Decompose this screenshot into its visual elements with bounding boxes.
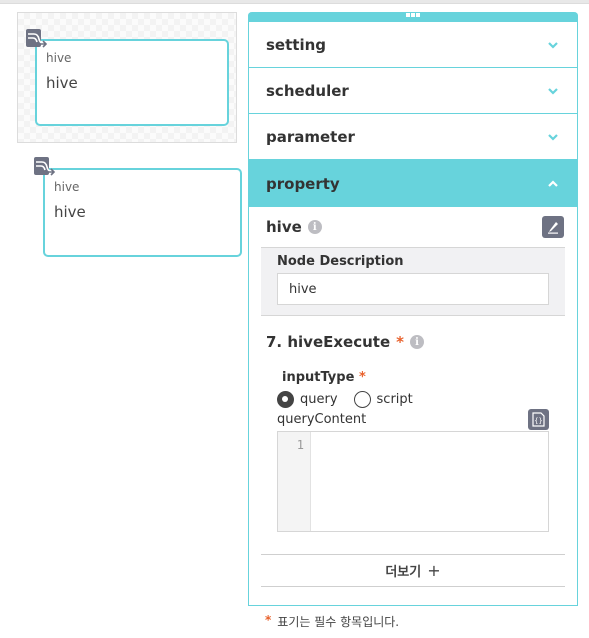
top-bar [0, 0, 589, 4]
accordion-label: scheduler [266, 81, 349, 100]
input-type-label-text: inputType [282, 370, 355, 385]
query-content-editor[interactable]: 1 [277, 431, 549, 532]
query-content-label: queryContent [277, 411, 367, 427]
hive-execute-title: 7. hiveExecute * i [261, 316, 565, 356]
node-description-input[interactable] [277, 273, 549, 305]
radio-query[interactable]: query [277, 391, 338, 408]
pencil-icon [548, 222, 558, 234]
required-mark: * [265, 613, 272, 627]
node-type-label: hive [54, 180, 80, 194]
radio-label: script [376, 392, 413, 407]
node-description-section: Node Description [261, 247, 565, 316]
required-footnote: * 표기는 필수 항목입니다. [265, 613, 399, 630]
accordion-parameter[interactable]: parameter [249, 114, 577, 160]
chevron-down-icon [548, 41, 558, 49]
property-body: hive i Node Description 7. hiveExecute *… [249, 207, 577, 587]
radio-label: query [300, 392, 338, 407]
panel-drag-handle[interactable] [248, 12, 578, 22]
format-code-button[interactable]: {} [528, 408, 549, 430]
hive-execute-title-text: 7. hiveExecute [266, 333, 391, 351]
hive-node-icon [26, 29, 48, 48]
chevron-down-icon [548, 133, 558, 141]
footnote-text: 표기는 필수 항목입니다. [277, 615, 400, 629]
plus-icon: + [427, 561, 441, 580]
accordion-label: parameter [266, 127, 355, 146]
node-type-label: hive [46, 51, 72, 65]
accordion-label: property [266, 174, 340, 193]
accordion-scheduler[interactable]: scheduler [249, 68, 577, 114]
hive-node-icon [34, 157, 56, 176]
accordion-property[interactable]: property [249, 160, 577, 207]
query-content-header: queryContent {} [261, 408, 565, 430]
property-title-text: hive [266, 218, 302, 236]
node-name-label: hive [54, 203, 86, 221]
node-name-label: hive [46, 74, 78, 92]
svg-text:{}: {} [534, 417, 542, 425]
node-description-label: Node Description [277, 254, 404, 269]
input-type-label: inputType * [261, 356, 565, 385]
radio-unchecked-icon[interactable] [353, 391, 371, 408]
radio-script[interactable]: script [353, 391, 413, 408]
property-header: hive i [261, 207, 565, 247]
required-mark: * [396, 333, 404, 351]
radio-checked-icon[interactable] [277, 391, 294, 408]
code-format-icon: {} [532, 411, 545, 427]
properties-panel: setting scheduler parameter property hiv… [248, 12, 578, 606]
drag-dots-icon [406, 13, 420, 17]
accordion-setting[interactable]: setting [249, 22, 577, 68]
chevron-down-icon [548, 87, 558, 95]
edit-button[interactable] [542, 216, 564, 238]
line-number-gutter: 1 [278, 432, 311, 531]
show-more-label: 더보기 [385, 565, 422, 580]
input-type-radio-group: query script [261, 385, 565, 408]
code-area[interactable] [311, 432, 548, 531]
line-number: 1 [296, 438, 304, 452]
canvas-node-hive[interactable]: hive hive [43, 168, 242, 257]
chevron-up-icon [548, 179, 558, 187]
info-icon[interactable]: i [410, 335, 424, 349]
info-icon[interactable]: i [307, 220, 322, 234]
show-more-button[interactable]: 더보기 + [261, 554, 565, 587]
accordion-label: setting [266, 35, 326, 54]
required-mark: * [358, 370, 366, 385]
property-title: hive i [266, 218, 322, 236]
canvas-node-hive-selected[interactable]: hive hive [35, 39, 229, 126]
